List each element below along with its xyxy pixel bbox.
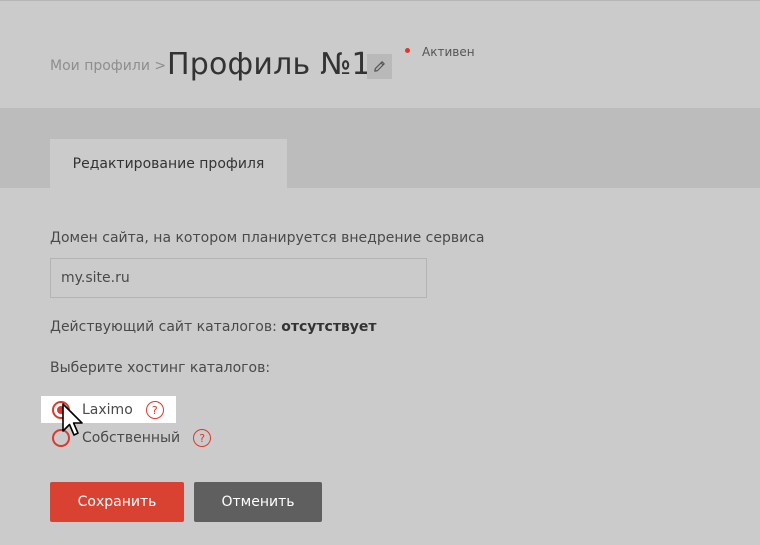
current-site-text: Действующий сайт каталогов: отсутствует — [50, 319, 377, 335]
tab-edit-profile[interactable]: Редактирование профиля — [50, 139, 287, 188]
hosting-option-own[interactable]: Собственный ? — [52, 428, 212, 448]
hosting-option-laximo[interactable]: Laximo ? — [52, 400, 164, 420]
save-button[interactable]: Сохранить — [50, 482, 184, 522]
hosting-option-label: Собственный — [82, 430, 181, 446]
status-badge: Активен — [422, 45, 475, 59]
cancel-button[interactable]: Отменить — [194, 482, 322, 522]
page-title: Профиль №1 — [167, 47, 371, 82]
hosting-option-label: Laximo — [82, 402, 133, 418]
radio-laximo[interactable] — [52, 401, 70, 419]
domain-label: Домен сайта, на котором планируется внед… — [50, 230, 485, 246]
edit-title-button[interactable] — [367, 54, 392, 79]
help-icon[interactable]: ? — [145, 401, 164, 419]
help-icon[interactable]: ? — [193, 429, 212, 447]
radio-own[interactable] — [52, 429, 70, 447]
current-site-value: отсутствует — [281, 319, 377, 335]
breadcrumb-my-profiles[interactable]: Мои профили > — [50, 58, 166, 74]
hosting-label: Выберите хостинг каталогов: — [50, 360, 271, 376]
status-dot — [405, 48, 410, 53]
domain-input[interactable] — [50, 258, 427, 298]
current-site-label: Действующий сайт каталогов: — [50, 319, 277, 335]
pencil-icon — [374, 61, 385, 72]
